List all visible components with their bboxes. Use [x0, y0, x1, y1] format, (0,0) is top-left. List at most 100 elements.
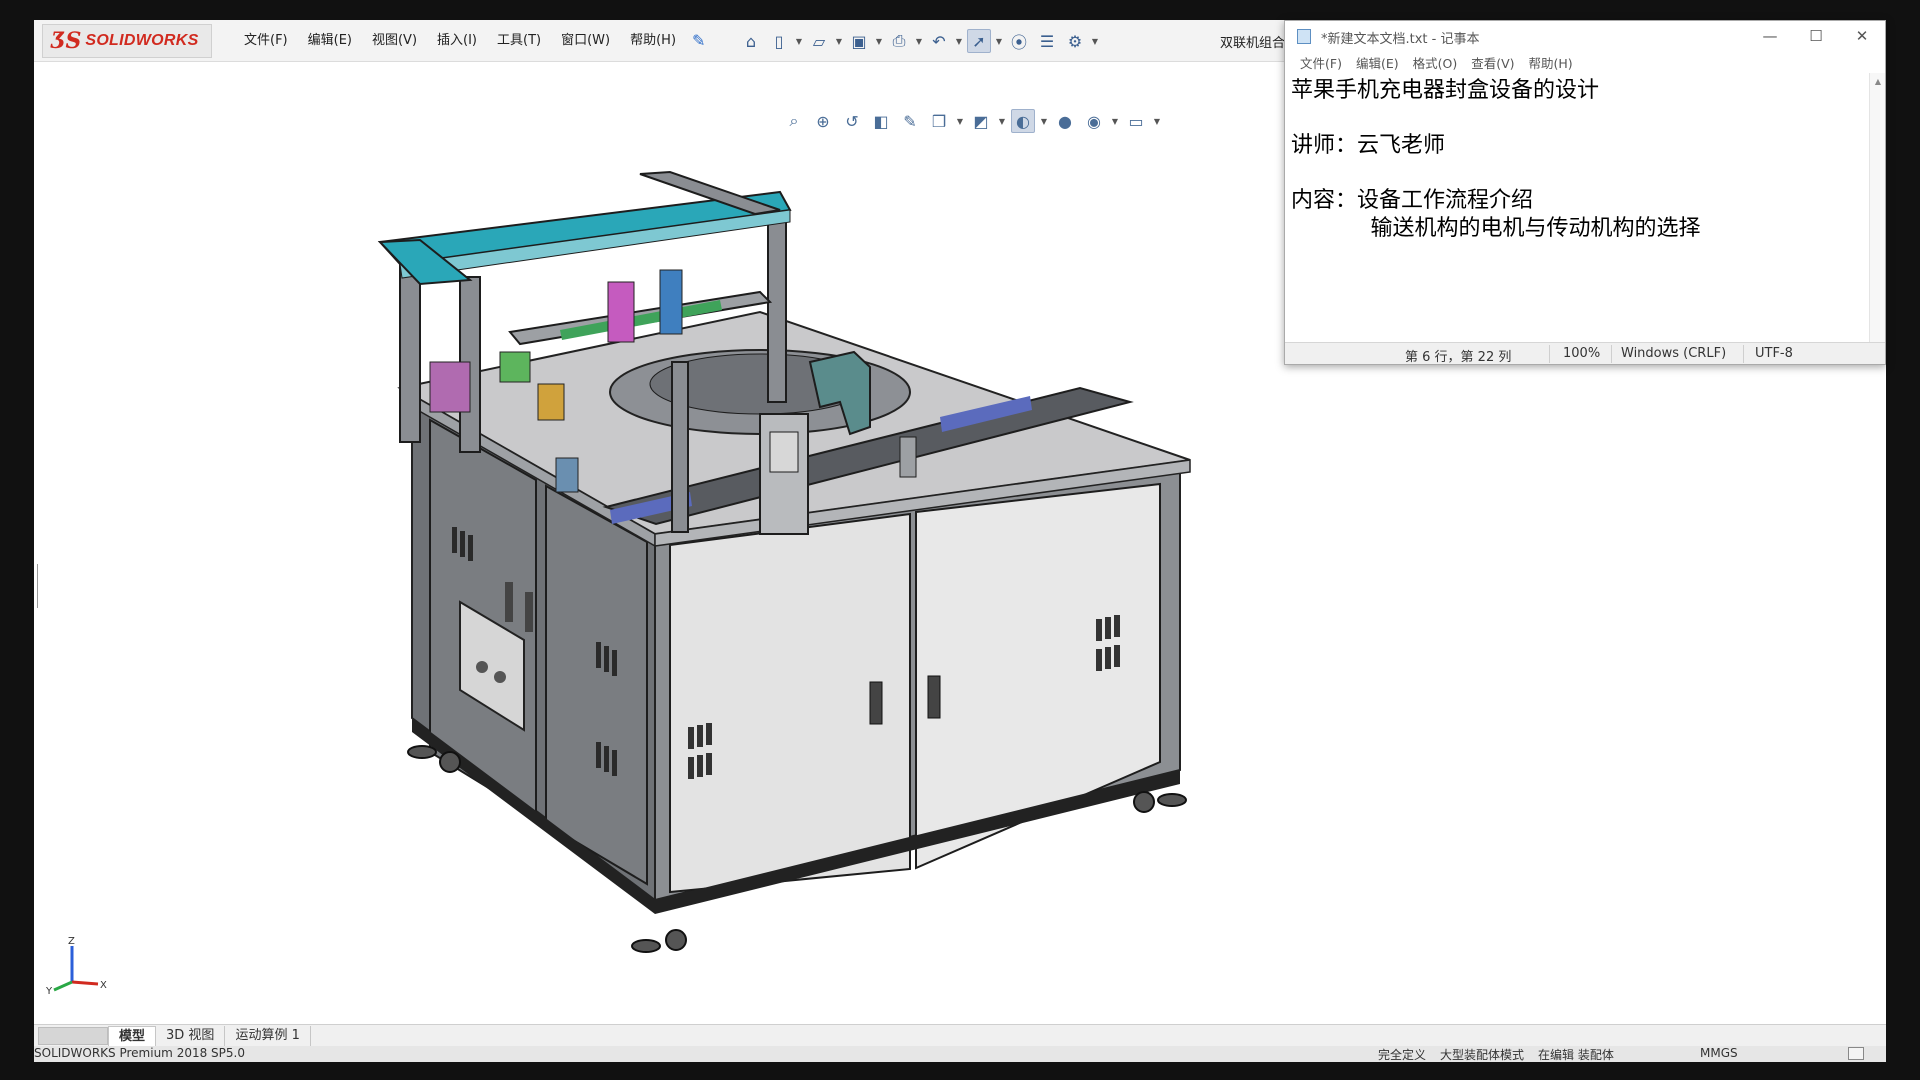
- chevron-down-icon[interactable]: ▼: [875, 29, 883, 53]
- np-menu-file[interactable]: 文件(F): [1293, 53, 1349, 72]
- text-line: [1291, 105, 1863, 133]
- tab-3d-view[interactable]: 3D 视图: [156, 1025, 226, 1046]
- maximize-icon[interactable]: ☐: [1793, 21, 1839, 51]
- menu-window[interactable]: 窗口(W): [551, 28, 620, 54]
- np-menu-help[interactable]: 帮助(H): [1522, 53, 1580, 72]
- chevron-down-icon[interactable]: ▼: [1111, 109, 1119, 133]
- chevron-down-icon[interactable]: ▼: [1153, 109, 1161, 133]
- solidworks-logo[interactable]: ƷS SOLIDWORKS: [42, 24, 212, 58]
- text-line: [1291, 160, 1863, 188]
- notepad-menubar: 文件(F) 编辑(E) 格式(O) 查看(V) 帮助(H): [1285, 51, 1885, 73]
- status-large-assembly: 大型装配体模式: [1440, 1048, 1525, 1062]
- status-right-group: 完全定义 大型装配体模式 在编辑 装配体: [1378, 1046, 1614, 1062]
- chevron-down-icon[interactable]: ▼: [995, 29, 1003, 53]
- heads-up-view-toolbar: ⌕ ⊕ ↺ ◧ ✎ ❒ ▼ ◩ ▼ ◐ ▼ ● ◉ ▼ ▭ ▼: [782, 108, 1161, 134]
- tab-model[interactable]: 模型: [108, 1025, 157, 1046]
- notepad-vertical-scrollbar[interactable]: ▲: [1869, 73, 1885, 350]
- status-divider: [1611, 345, 1612, 363]
- model-tabs-bar: 模型 3D 视图 运动算例 1: [34, 1024, 1886, 1046]
- status-fully-defined: 完全定义: [1378, 1048, 1427, 1062]
- menu-help[interactable]: 帮助(H): [620, 28, 686, 54]
- screen-border-top: [0, 0, 1920, 20]
- print-icon[interactable]: ⎙: [887, 29, 911, 53]
- np-menu-edit[interactable]: 编辑(E): [1349, 53, 1406, 72]
- save-icon[interactable]: ▣: [847, 29, 871, 53]
- menu-file[interactable]: 文件(F): [234, 28, 298, 54]
- minimize-icon[interactable]: —: [1747, 21, 1793, 51]
- menu-insert[interactable]: 插入(I): [427, 28, 487, 54]
- ds-logo-mark: ƷS: [51, 28, 82, 54]
- notepad-window: *新建文本文档.txt - 记事本 — ☐ ✕ 文件(F) 编辑(E) 格式(O…: [1284, 20, 1886, 365]
- chevron-down-icon[interactable]: ▼: [835, 29, 843, 53]
- section-view-icon[interactable]: ◧: [869, 109, 893, 133]
- scroll-up-icon[interactable]: ▲: [1870, 73, 1886, 89]
- dynamic-annotation-icon[interactable]: ✎: [898, 109, 922, 133]
- notepad-app-icon: [1297, 29, 1311, 44]
- notepad-statusbar: 第 6 行，第 22 列 100% Windows (CRLF) UTF-8: [1285, 342, 1885, 365]
- close-icon[interactable]: ✕: [1839, 21, 1885, 51]
- edit-appearance-icon[interactable]: ●: [1053, 109, 1077, 133]
- new-document-icon[interactable]: ▯: [767, 29, 791, 53]
- status-units[interactable]: MMGS: [1700, 1046, 1738, 1060]
- text-line: 内容：设备工作流程介绍: [1291, 188, 1534, 213]
- chevron-down-icon[interactable]: ▼: [956, 109, 964, 133]
- encoding: UTF-8: [1755, 346, 1793, 361]
- text-line: 讲师：云飞老师: [1291, 133, 1446, 158]
- pin-menu-icon[interactable]: ✎: [692, 32, 710, 50]
- screen-border-left: [0, 0, 34, 1080]
- select-cursor-icon[interactable]: ➚: [967, 29, 991, 53]
- view-orientation-icon[interactable]: ❒: [927, 109, 951, 133]
- view-settings-icon[interactable]: ▭: [1124, 109, 1148, 133]
- screen-border-bottom: [0, 1062, 1920, 1080]
- solidworks-menubar: 文件(F) 编辑(E) 视图(V) 插入(I) 工具(T) 窗口(W) 帮助(H…: [234, 20, 686, 62]
- chevron-down-icon[interactable]: ▼: [915, 29, 923, 53]
- chevron-down-icon[interactable]: ▼: [1091, 29, 1099, 53]
- options-gear-icon[interactable]: ⚙: [1063, 29, 1087, 53]
- file-properties-icon[interactable]: ☰: [1035, 29, 1059, 53]
- notepad-title: *新建文本文档.txt - 记事本: [1321, 32, 1480, 47]
- feature-manager-collapse-handle[interactable]: [34, 564, 38, 608]
- np-menu-format[interactable]: 格式(O): [1406, 53, 1465, 72]
- notepad-text-area[interactable]: 苹果手机充电器封盒设备的设计 讲师：云飞老师 内容：设备工作流程介绍 输送机构的…: [1285, 73, 1869, 350]
- zoom-area-icon[interactable]: ⊕: [811, 109, 835, 133]
- previous-view-icon[interactable]: ↺: [840, 109, 864, 133]
- home-icon[interactable]: ⌂: [739, 29, 763, 53]
- menu-view[interactable]: 视图(V): [362, 28, 427, 54]
- cursor-position: 第 6 行，第 22 列: [1405, 350, 1512, 365]
- solidworks-statusbar: SOLIDWORKS Premium 2018 SP5.0 完全定义 大型装配体…: [34, 1046, 1886, 1062]
- line-ending: Windows (CRLF): [1621, 346, 1727, 361]
- undo-icon[interactable]: ↶: [927, 29, 951, 53]
- text-line: 输送机构的电机与传动机构的选择: [1291, 215, 1701, 241]
- tab-scroll-arrows[interactable]: [38, 1026, 108, 1045]
- display-style-icon[interactable]: ◩: [969, 109, 993, 133]
- zoom-level: 100%: [1563, 346, 1601, 361]
- chevron-down-icon[interactable]: ▼: [795, 29, 803, 53]
- np-menu-view[interactable]: 查看(V): [1464, 53, 1521, 72]
- hide-show-icon[interactable]: ◐: [1011, 109, 1035, 133]
- coordinate-triad-icon: Z X Y: [45, 936, 107, 997]
- standard-toolbar: ⌂ ▯ ▼ ▱ ▼ ▣ ▼ ⎙ ▼ ↶ ▼ ➚ ▼ ⦿ ☰ ⚙ ▼: [739, 28, 1099, 54]
- status-tooltip-icon[interactable]: [1848, 1047, 1864, 1060]
- document-title: 双联机组合: [1220, 36, 1286, 51]
- svg-text:Y: Y: [45, 986, 53, 997]
- status-divider: [1549, 345, 1550, 363]
- zoom-to-fit-icon[interactable]: ⌕: [782, 109, 806, 133]
- machine-3d-model[interactable]: [360, 162, 1220, 1002]
- chevron-down-icon[interactable]: ▼: [1040, 109, 1048, 133]
- traffic-light-icon[interactable]: ⦿: [1007, 29, 1031, 53]
- notepad-titlebar[interactable]: *新建文本文档.txt - 记事本 — ☐ ✕: [1285, 21, 1885, 51]
- tab-motion-study[interactable]: 运动算例 1: [225, 1025, 311, 1046]
- screen-border-right: [1886, 0, 1920, 1080]
- status-editing: 在编辑 装配体: [1538, 1048, 1614, 1062]
- svg-text:Z: Z: [68, 936, 75, 947]
- status-divider: [1743, 345, 1744, 363]
- menu-edit[interactable]: 编辑(E): [298, 28, 362, 54]
- menu-tools[interactable]: 工具(T): [487, 28, 551, 54]
- open-folder-icon[interactable]: ▱: [807, 29, 831, 53]
- chevron-down-icon[interactable]: ▼: [998, 109, 1006, 133]
- svg-text:X: X: [100, 980, 107, 991]
- solidworks-logo-text: SOLIDWORKS: [85, 32, 199, 49]
- apply-scene-icon[interactable]: ◉: [1082, 109, 1106, 133]
- chevron-down-icon[interactable]: ▼: [955, 29, 963, 53]
- text-line: 苹果手机充电器封盒设备的设计: [1291, 78, 1600, 103]
